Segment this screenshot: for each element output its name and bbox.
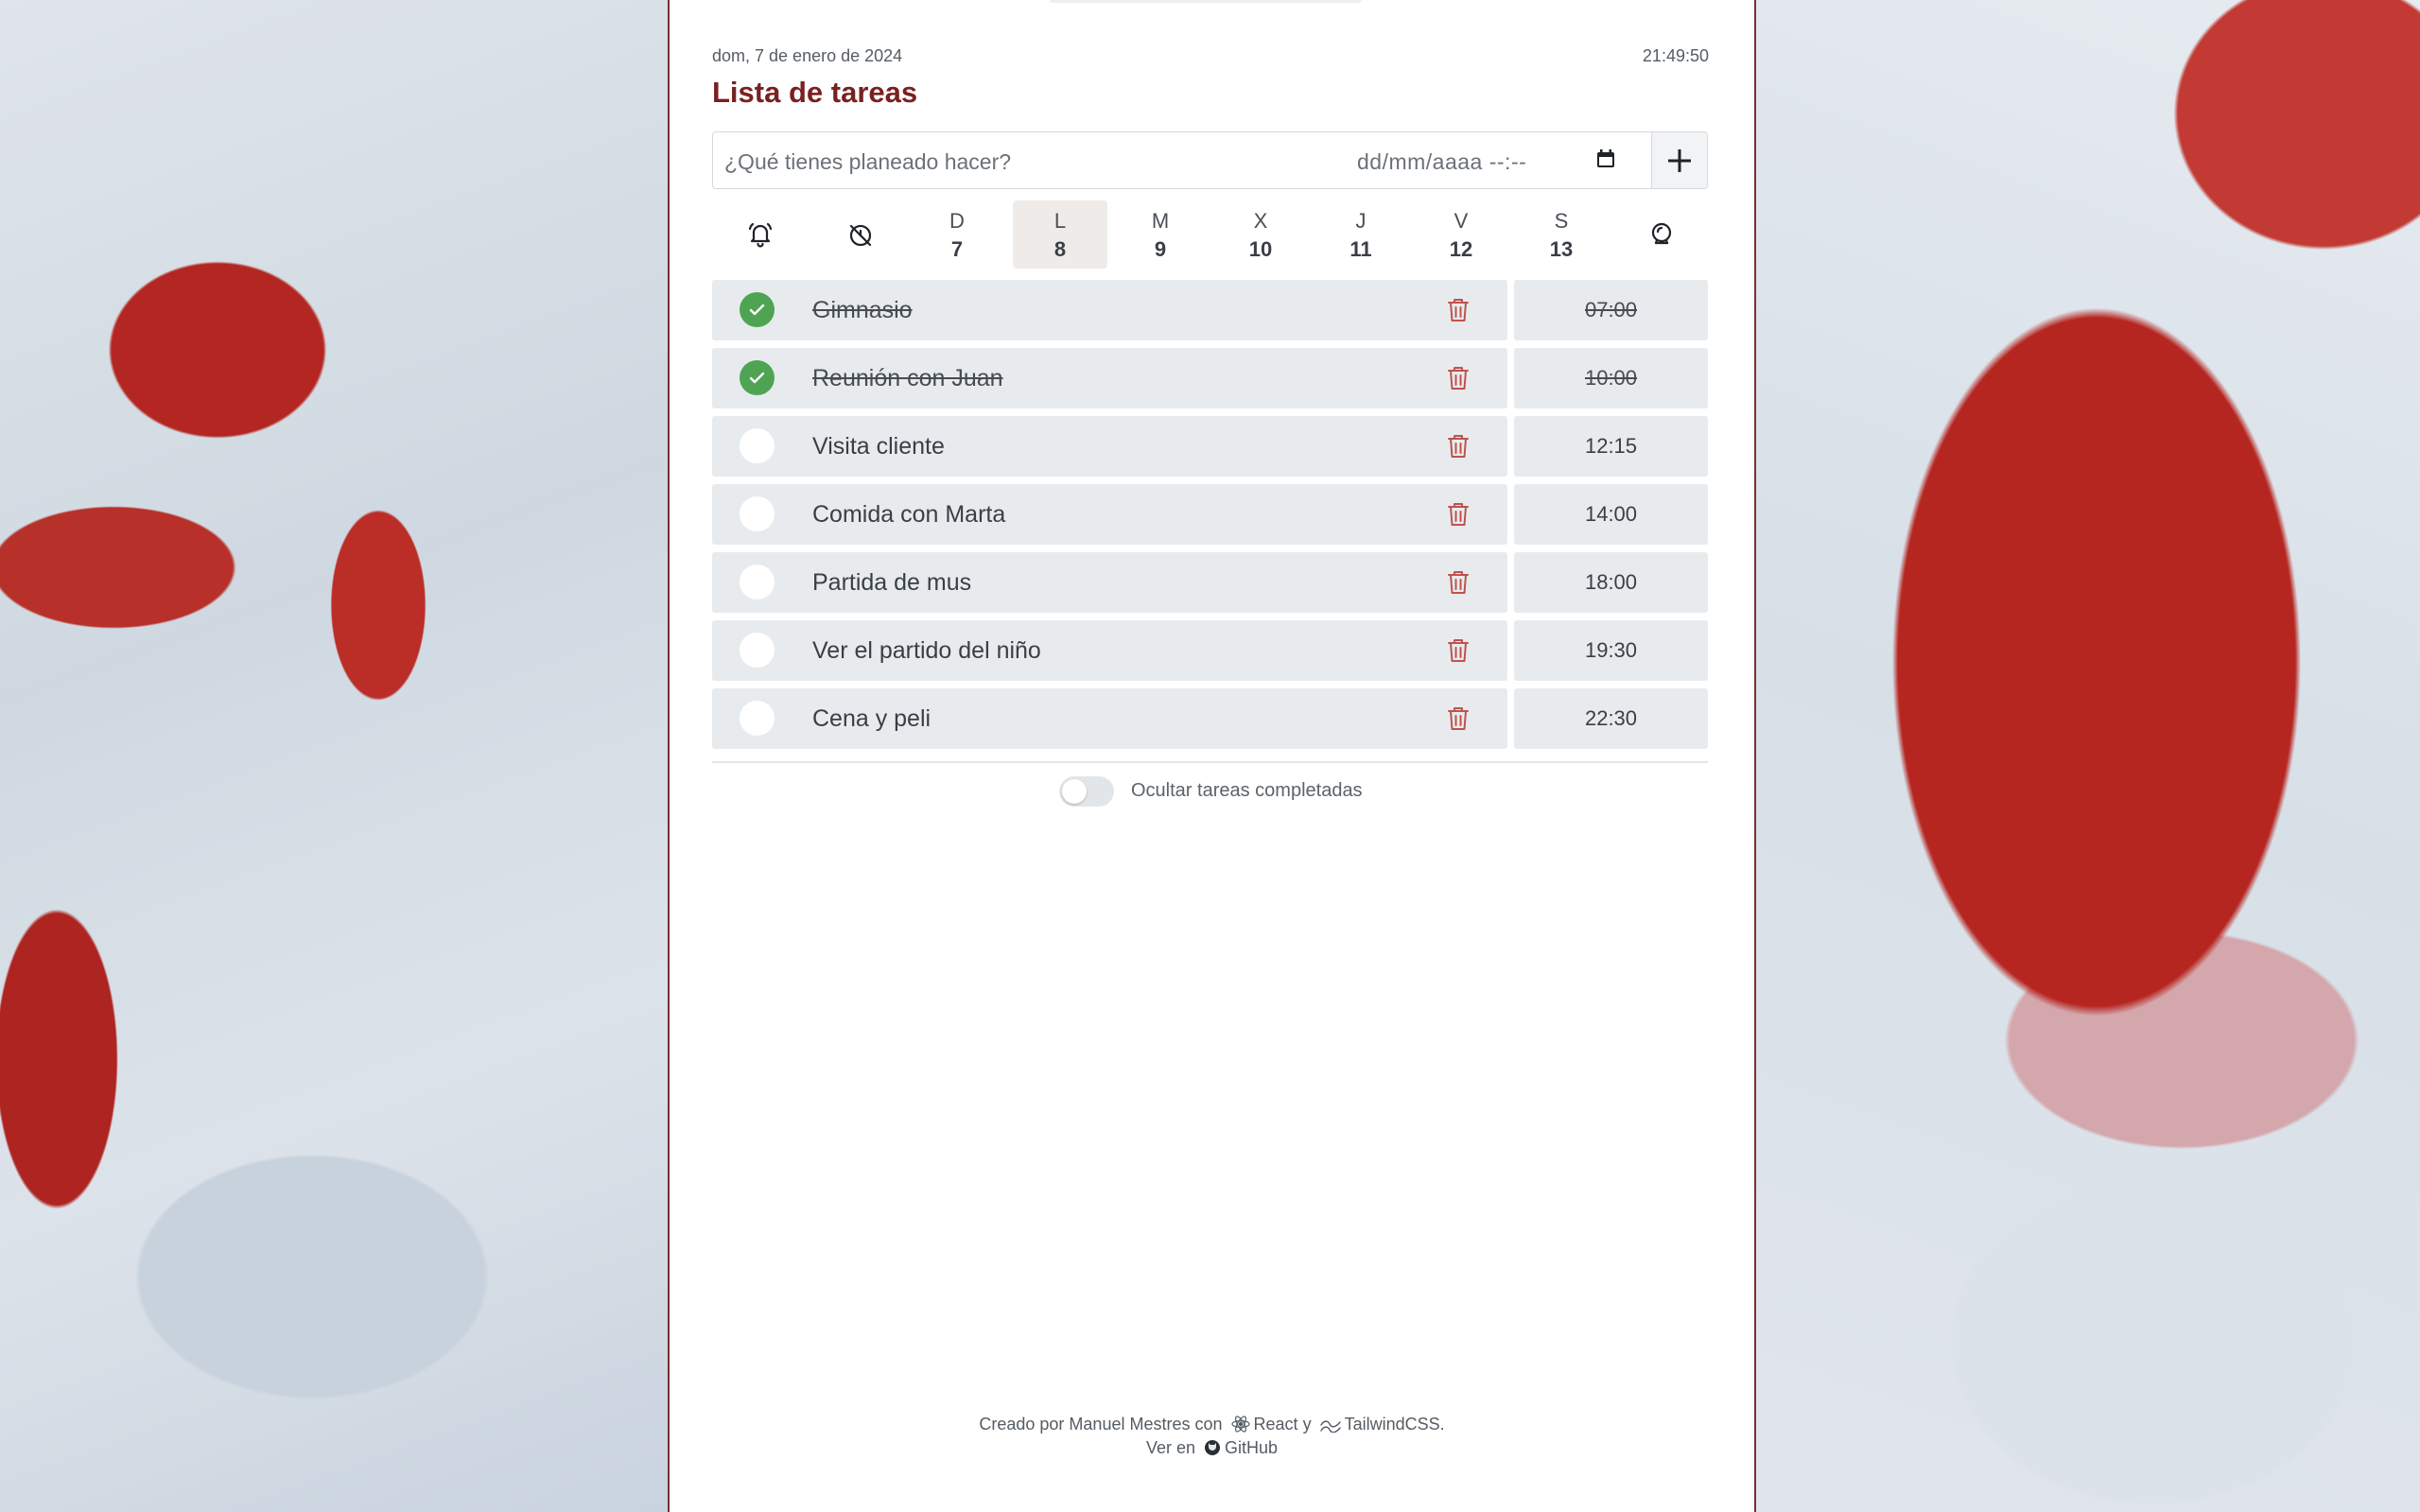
day-number: 9 — [1154, 237, 1167, 261]
task-body: Gimnasio — [712, 280, 1507, 340]
add-task-button[interactable] — [1651, 132, 1707, 188]
task-input[interactable]: ¿Qué tienes planeado hacer? — [724, 149, 1011, 175]
task-row: Comida con Marta 14:00 — [712, 484, 1708, 545]
footer-and: y — [1302, 1415, 1312, 1434]
task-label[interactable]: Ver el partido del niño — [812, 637, 1041, 665]
task-checkbox[interactable] — [740, 428, 775, 463]
bell-icon[interactable] — [743, 217, 777, 252]
task-list: Gimnasio 07:00 Reunión con Juan 10:00 Vi… — [712, 280, 1708, 756]
plus-icon — [1668, 148, 1691, 172]
task-row: Gimnasio 07:00 — [712, 280, 1708, 340]
task-checkbox[interactable] — [740, 633, 775, 668]
task-time[interactable]: 10:00 — [1514, 348, 1708, 408]
task-checkbox[interactable] — [740, 565, 775, 600]
day-letter: M — [1151, 209, 1170, 233]
day-letter: L — [1053, 209, 1067, 233]
task-body: Cena y peli — [712, 688, 1507, 749]
trash-icon[interactable] — [1446, 433, 1471, 460]
hide-completed-label: Ocultar tareas completadas — [1131, 780, 1363, 801]
calendar-icon[interactable] — [1595, 148, 1616, 169]
task-row: Cena y peli 22:30 — [712, 688, 1708, 749]
day-letter: S — [1554, 209, 1569, 233]
task-row: Reunión con Juan 10:00 — [712, 348, 1708, 408]
task-label[interactable]: Comida con Marta — [812, 501, 1005, 529]
day-letter: X — [1253, 209, 1268, 233]
day-friday-12[interactable]: V 12 — [1414, 200, 1508, 269]
footer-created-text: Creado por Manuel Mestres con — [979, 1415, 1223, 1434]
trash-icon[interactable] — [1446, 297, 1471, 323]
trash-icon[interactable] — [1446, 705, 1471, 732]
tailwind-icon — [1319, 1420, 1341, 1433]
day-number: 10 — [1248, 237, 1273, 261]
day-letter: J — [1355, 209, 1367, 233]
task-body: Partida de mus — [712, 552, 1507, 613]
current-time: 21:49:50 — [1642, 46, 1709, 65]
background-poster-right — [1756, 0, 2420, 1512]
task-row: Visita cliente 12:15 — [712, 416, 1708, 477]
task-label[interactable]: Reunión con Juan — [812, 365, 1003, 392]
toggle-knob — [1062, 779, 1087, 804]
task-row: Partida de mus 18:00 — [712, 552, 1708, 613]
background-poster-left — [0, 0, 668, 1512]
task-time[interactable]: 19:30 — [1514, 620, 1708, 681]
task-label[interactable]: Gimnasio — [812, 297, 913, 324]
task-label[interactable]: Partida de mus — [812, 569, 971, 597]
day-number: 13 — [1549, 237, 1574, 261]
task-body: Ver el partido del niño — [712, 620, 1507, 681]
day-letter: D — [949, 209, 965, 233]
datetime-input[interactable]: dd/mm/aaaa --:-- — [1357, 149, 1526, 175]
task-checkbox[interactable] — [740, 701, 775, 736]
footer-github: Ver en GitHub — [668, 1438, 1756, 1458]
task-label[interactable]: Cena y peli — [812, 705, 931, 733]
page-title: Lista de tareas — [712, 76, 918, 109]
day-saturday-13[interactable]: S 13 — [1514, 200, 1609, 269]
crystal-ball-icon[interactable] — [1645, 217, 1679, 252]
task-label[interactable]: Visita cliente — [812, 433, 945, 461]
check-icon — [749, 304, 765, 316]
github-link[interactable]: GitHub — [1225, 1438, 1278, 1457]
task-checkbox[interactable] — [740, 496, 775, 531]
day-number: 12 — [1449, 237, 1473, 261]
alarm-off-icon[interactable] — [844, 217, 878, 252]
task-time[interactable]: 22:30 — [1514, 688, 1708, 749]
day-wednesday-10[interactable]: X 10 — [1213, 200, 1308, 269]
day-thursday-11[interactable]: J 11 — [1314, 200, 1408, 269]
footer-credits: Creado por Manuel Mestres con React y Ta… — [668, 1415, 1756, 1434]
task-checkbox[interactable] — [740, 360, 775, 395]
trash-icon[interactable] — [1446, 365, 1471, 391]
task-body: Visita cliente — [712, 416, 1507, 477]
list-divider — [712, 761, 1708, 763]
day-number: 11 — [1349, 237, 1372, 261]
top-handle — [1050, 0, 1362, 3]
day-tuesday-9[interactable]: M 9 — [1113, 200, 1208, 269]
check-icon — [749, 372, 765, 384]
task-time[interactable]: 18:00 — [1514, 552, 1708, 613]
trash-icon[interactable] — [1446, 637, 1471, 664]
tailwind-link[interactable]: TailwindCSS. — [1345, 1415, 1445, 1434]
task-checkbox[interactable] — [740, 292, 775, 327]
current-date: dom, 7 de enero de 2024 — [712, 46, 903, 65]
task-time[interactable]: 12:15 — [1514, 416, 1708, 477]
react-link[interactable]: React — [1254, 1415, 1298, 1434]
day-selector: D 7 L 8 M 9 X 10 J 11 V 12 S 13 — [712, 200, 1708, 269]
github-icon — [1205, 1440, 1221, 1455]
task-body: Comida con Marta — [712, 484, 1507, 545]
task-time[interactable]: 14:00 — [1514, 484, 1708, 545]
footer-view-on: Ver en — [1145, 1438, 1195, 1457]
trash-icon[interactable] — [1446, 501, 1471, 528]
task-row: Ver el partido del niño 19:30 — [712, 620, 1708, 681]
react-icon — [1230, 1416, 1250, 1433]
day-letter: V — [1454, 209, 1469, 233]
day-sunday-7[interactable]: D 7 — [910, 200, 1004, 269]
day-number: 8 — [1053, 237, 1067, 261]
task-body: Reunión con Juan — [712, 348, 1507, 408]
trash-icon[interactable] — [1446, 569, 1471, 596]
add-task-form: ¿Qué tienes planeado hacer? dd/mm/aaaa -… — [712, 131, 1708, 189]
hide-completed-toggle[interactable] — [1059, 776, 1114, 807]
task-time[interactable]: 07:00 — [1514, 280, 1708, 340]
day-monday-8[interactable]: L 8 — [1013, 200, 1107, 269]
day-number: 7 — [950, 237, 964, 261]
